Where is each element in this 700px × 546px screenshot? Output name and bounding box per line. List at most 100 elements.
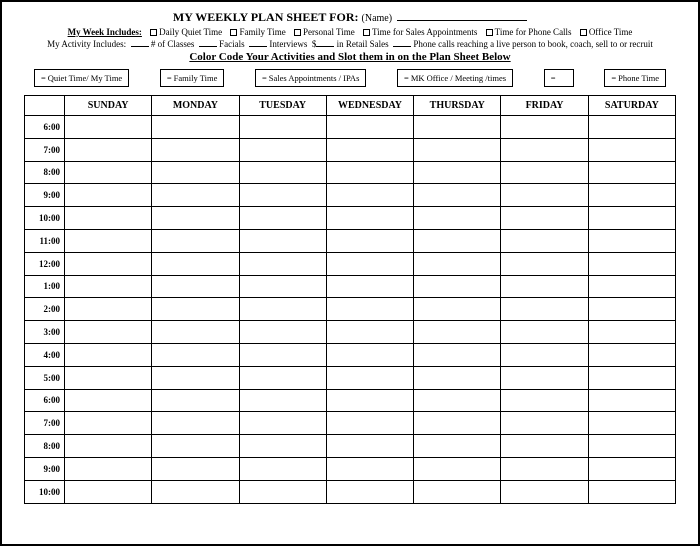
plan-cell[interactable] — [501, 161, 588, 184]
plan-cell[interactable] — [414, 366, 501, 389]
plan-cell[interactable] — [239, 435, 326, 458]
checkbox-daily-quiet[interactable] — [150, 29, 157, 36]
plan-cell[interactable] — [65, 480, 152, 503]
blank-classes[interactable] — [131, 39, 149, 47]
plan-cell[interactable] — [588, 457, 675, 480]
plan-cell[interactable] — [239, 207, 326, 230]
plan-cell[interactable] — [239, 480, 326, 503]
plan-cell[interactable] — [152, 389, 239, 412]
plan-cell[interactable] — [501, 252, 588, 275]
plan-cell[interactable] — [588, 412, 675, 435]
plan-cell[interactable] — [65, 412, 152, 435]
plan-cell[interactable] — [414, 412, 501, 435]
blank-facials[interactable] — [199, 39, 217, 47]
plan-cell[interactable] — [326, 229, 413, 252]
plan-cell[interactable] — [414, 480, 501, 503]
plan-cell[interactable] — [239, 298, 326, 321]
plan-cell[interactable] — [239, 138, 326, 161]
plan-cell[interactable] — [414, 161, 501, 184]
plan-cell[interactable] — [414, 138, 501, 161]
plan-cell[interactable] — [239, 275, 326, 298]
plan-cell[interactable] — [152, 412, 239, 435]
plan-cell[interactable] — [588, 116, 675, 139]
plan-cell[interactable] — [326, 435, 413, 458]
plan-cell[interactable] — [501, 229, 588, 252]
plan-cell[interactable] — [152, 207, 239, 230]
plan-cell[interactable] — [326, 389, 413, 412]
plan-cell[interactable] — [326, 366, 413, 389]
plan-cell[interactable] — [414, 252, 501, 275]
plan-cell[interactable] — [65, 275, 152, 298]
plan-cell[interactable] — [588, 480, 675, 503]
plan-cell[interactable] — [326, 184, 413, 207]
plan-cell[interactable] — [65, 184, 152, 207]
plan-cell[interactable] — [65, 343, 152, 366]
plan-cell[interactable] — [326, 275, 413, 298]
plan-cell[interactable] — [588, 389, 675, 412]
plan-cell[interactable] — [414, 389, 501, 412]
plan-cell[interactable] — [501, 275, 588, 298]
plan-cell[interactable] — [501, 184, 588, 207]
plan-cell[interactable] — [588, 275, 675, 298]
plan-cell[interactable] — [239, 184, 326, 207]
plan-cell[interactable] — [326, 161, 413, 184]
plan-cell[interactable] — [501, 343, 588, 366]
plan-cell[interactable] — [65, 161, 152, 184]
plan-cell[interactable] — [326, 116, 413, 139]
plan-cell[interactable] — [588, 298, 675, 321]
plan-cell[interactable] — [239, 343, 326, 366]
plan-cell[interactable] — [152, 480, 239, 503]
plan-cell[interactable] — [152, 161, 239, 184]
plan-cell[interactable] — [414, 229, 501, 252]
checkbox-phone[interactable] — [486, 29, 493, 36]
plan-cell[interactable] — [152, 116, 239, 139]
plan-cell[interactable] — [152, 298, 239, 321]
plan-cell[interactable] — [326, 321, 413, 344]
blank-phonecalls[interactable] — [393, 39, 411, 47]
plan-cell[interactable] — [501, 480, 588, 503]
plan-cell[interactable] — [326, 298, 413, 321]
plan-cell[interactable] — [501, 412, 588, 435]
plan-cell[interactable] — [501, 366, 588, 389]
plan-cell[interactable] — [152, 252, 239, 275]
checkbox-sales[interactable] — [363, 29, 370, 36]
plan-cell[interactable] — [65, 252, 152, 275]
plan-cell[interactable] — [239, 366, 326, 389]
plan-cell[interactable] — [65, 366, 152, 389]
plan-cell[interactable] — [501, 207, 588, 230]
plan-cell[interactable] — [588, 343, 675, 366]
plan-cell[interactable] — [239, 229, 326, 252]
plan-cell[interactable] — [501, 298, 588, 321]
plan-cell[interactable] — [588, 184, 675, 207]
plan-cell[interactable] — [414, 207, 501, 230]
name-blank[interactable] — [397, 11, 527, 21]
plan-cell[interactable] — [65, 435, 152, 458]
plan-cell[interactable] — [326, 480, 413, 503]
plan-cell[interactable] — [414, 298, 501, 321]
plan-cell[interactable] — [239, 389, 326, 412]
plan-cell[interactable] — [65, 229, 152, 252]
plan-cell[interactable] — [588, 252, 675, 275]
checkbox-office[interactable] — [580, 29, 587, 36]
plan-cell[interactable] — [152, 435, 239, 458]
plan-cell[interactable] — [152, 457, 239, 480]
plan-cell[interactable] — [326, 207, 413, 230]
plan-cell[interactable] — [414, 184, 501, 207]
plan-cell[interactable] — [152, 321, 239, 344]
plan-cell[interactable] — [588, 207, 675, 230]
plan-cell[interactable] — [65, 389, 152, 412]
plan-cell[interactable] — [588, 229, 675, 252]
plan-cell[interactable] — [239, 252, 326, 275]
plan-cell[interactable] — [326, 343, 413, 366]
plan-cell[interactable] — [588, 366, 675, 389]
plan-cell[interactable] — [239, 321, 326, 344]
plan-cell[interactable] — [65, 321, 152, 344]
plan-cell[interactable] — [152, 275, 239, 298]
plan-cell[interactable] — [326, 412, 413, 435]
plan-cell[interactable] — [588, 435, 675, 458]
plan-cell[interactable] — [414, 343, 501, 366]
plan-cell[interactable] — [152, 366, 239, 389]
plan-cell[interactable] — [501, 321, 588, 344]
plan-cell[interactable] — [501, 435, 588, 458]
plan-cell[interactable] — [326, 457, 413, 480]
